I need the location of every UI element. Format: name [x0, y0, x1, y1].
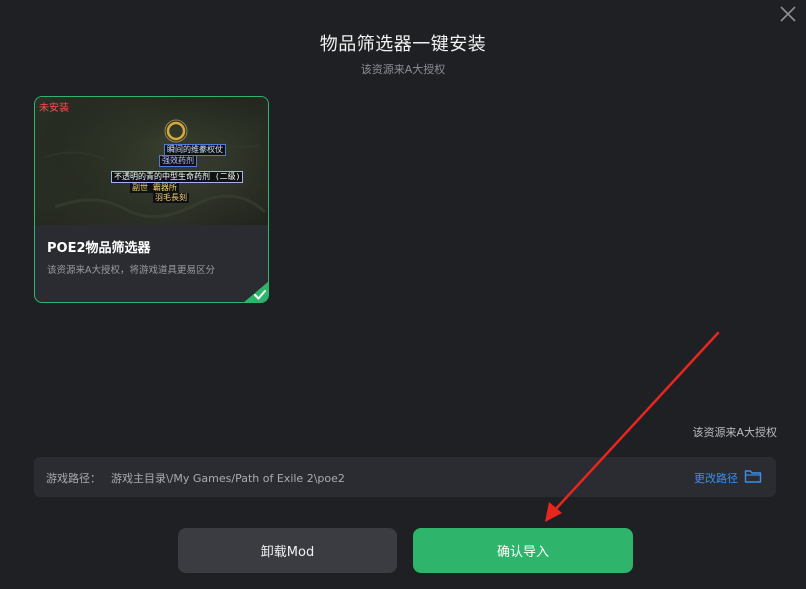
dialog-subtitle: 该资源来A大授权 [360, 63, 446, 76]
change-path-link[interactable]: 更改路径 [694, 470, 738, 486]
thumbnail-scene [44, 119, 267, 219]
thumbnail-label: 羽毛長刻 [153, 193, 189, 203]
thumbnail-label: 强效药剂 [159, 155, 197, 167]
uninstall-mod-button[interactable]: 卸载Mod [178, 528, 397, 573]
filter-card[interactable]: 未安装 瞬间的维豢权仗 强效药剂 不透明的青的中型生命药剂 (二级) 副世 霸器… [34, 96, 269, 303]
thumbnail-label: 不透明的青的中型生命药剂 (二级) [111, 171, 244, 183]
card-thumbnail: 未安装 瞬间的维豢权仗 强效药剂 不透明的青的中型生命药剂 (二级) 副世 霸器… [35, 97, 268, 225]
close-icon [780, 6, 796, 22]
status-badge: 未安装 [39, 103, 69, 114]
card-description: 该资源来A大授权，将游戏道具更易区分 [47, 265, 215, 276]
dialog-title: 物品筛选器一键安装 [319, 34, 487, 55]
path-label: 游戏路径： [46, 472, 101, 485]
game-path-bar: 游戏路径： 游戏主目录\/My Games/Path of Exile 2\po… [34, 457, 776, 497]
thumbnail-label: 副世 霸器所 [130, 183, 179, 193]
check-icon [244, 281, 268, 302]
card-title: POE2物品筛选器 [47, 241, 151, 256]
confirm-import-button[interactable]: 确认导入 [413, 528, 633, 573]
folder-icon[interactable] [744, 468, 762, 484]
path-value: 游戏主目录\/My Games/Path of Exile 2\poe2 [111, 472, 345, 485]
close-button[interactable] [778, 4, 798, 24]
authorization-note: 该资源来A大授权 [692, 426, 777, 439]
